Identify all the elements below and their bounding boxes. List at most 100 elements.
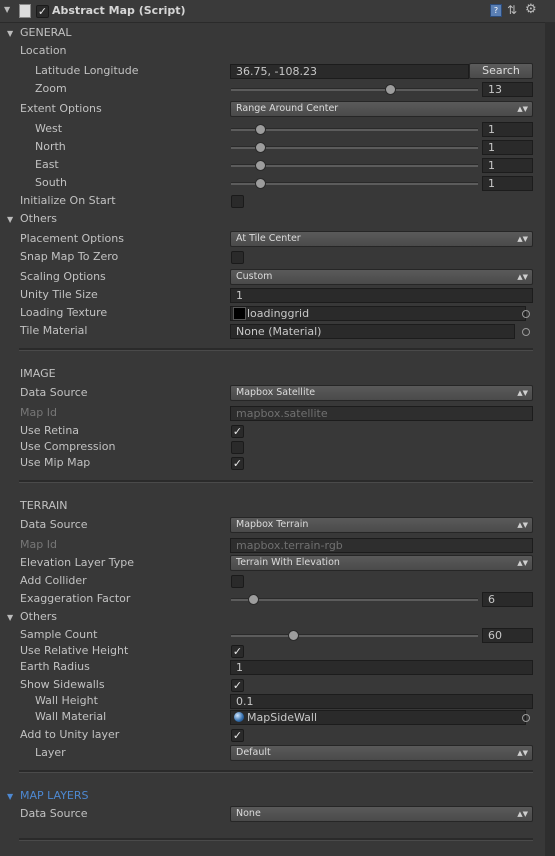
use-relative-height-checkbox[interactable]: ✓ — [231, 645, 244, 658]
map-layers-data-source-dropdown[interactable]: None ▲▼ — [230, 806, 533, 822]
use-retina-checkbox[interactable]: ✓ — [231, 425, 244, 438]
map-layers-section-title[interactable]: MAP LAYERS — [20, 789, 89, 803]
dropdown-arrow-icon: ▲▼ — [517, 749, 528, 757]
earth-radius-label: Earth Radius — [20, 660, 90, 673]
foldout-arrow-icon[interactable]: ▼ — [4, 5, 10, 14]
wall-height-label: Wall Height — [35, 694, 98, 707]
latlon-input[interactable]: 36.75, -108.23 — [230, 64, 469, 79]
image-data-source-value: Mapbox Satellite — [236, 387, 316, 398]
exaggeration-slider-track[interactable] — [231, 598, 478, 601]
wall-material-label: Wall Material — [35, 710, 107, 723]
terrain-others-label[interactable]: Others — [20, 610, 57, 624]
unity-tile-size-label: Unity Tile Size — [20, 288, 98, 301]
terrain-others-foldout-arrow-icon[interactable]: ▼ — [7, 613, 13, 622]
material-sphere-icon — [234, 712, 244, 722]
others-foldout-arrow-icon[interactable]: ▼ — [7, 215, 13, 224]
general-foldout-arrow-icon[interactable]: ▼ — [7, 29, 13, 38]
section-divider — [19, 770, 533, 773]
east-label: East — [35, 158, 59, 171]
sample-count-slider-track[interactable] — [231, 634, 478, 637]
preset-icon[interactable]: ⇅ — [507, 3, 517, 17]
extent-options-dropdown[interactable]: Range Around Center ▲▼ — [230, 101, 533, 117]
zoom-slider-track[interactable] — [231, 88, 478, 91]
add-to-unity-layer-checkbox[interactable]: ✓ — [231, 729, 244, 742]
east-slider-track[interactable] — [231, 164, 478, 167]
north-input[interactable]: 1 — [482, 140, 533, 155]
others-label[interactable]: Others — [20, 212, 57, 226]
scaling-options-dropdown[interactable]: Custom ▲▼ — [230, 269, 533, 285]
object-picker-icon[interactable] — [522, 714, 530, 722]
object-picker-icon[interactable] — [522, 310, 530, 318]
west-input[interactable]: 1 — [482, 122, 533, 137]
show-sidewalls-label: Show Sidewalls — [20, 678, 105, 691]
show-sidewalls-checkbox[interactable]: ✓ — [231, 679, 244, 692]
image-map-id-input: mapbox.satellite — [230, 406, 533, 421]
sample-count-input[interactable]: 60 — [482, 628, 533, 643]
placement-options-value: At Tile Center — [236, 233, 301, 244]
dropdown-arrow-icon: ▲▼ — [517, 559, 528, 567]
slider-thumb[interactable] — [254, 124, 266, 135]
texture-thumbnail-icon — [233, 307, 246, 320]
tile-material-field[interactable]: None (Material) — [230, 324, 515, 339]
slider-thumb[interactable] — [287, 630, 299, 641]
loading-texture-label: Loading Texture — [20, 306, 108, 319]
south-slider-track[interactable] — [231, 182, 478, 185]
terrain-data-source-label: Data Source — [20, 518, 88, 531]
west-slider-track[interactable] — [231, 128, 478, 131]
object-picker-icon[interactable] — [522, 328, 530, 336]
south-input[interactable]: 1 — [482, 176, 533, 191]
slider-thumb[interactable] — [385, 84, 397, 95]
slider-thumb[interactable] — [247, 594, 259, 605]
terrain-map-id-input: mapbox.terrain-rgb — [230, 538, 533, 553]
south-label: South — [35, 176, 67, 189]
loading-texture-value: loadinggrid — [247, 307, 310, 320]
loading-texture-field[interactable]: loadinggrid — [230, 306, 526, 321]
slider-thumb[interactable] — [254, 142, 266, 153]
extent-options-value: Range Around Center — [236, 103, 339, 114]
terrain-data-source-dropdown[interactable]: Mapbox Terrain ▲▼ — [230, 517, 533, 533]
wall-material-field[interactable]: MapSideWall — [230, 710, 526, 725]
placement-options-dropdown[interactable]: At Tile Center ▲▼ — [230, 231, 533, 247]
north-slider-track[interactable] — [231, 146, 478, 149]
latlon-label: Latitude Longitude — [35, 64, 139, 77]
add-collider-checkbox[interactable] — [231, 575, 244, 588]
enabled-checkbox[interactable]: ✓ — [36, 5, 49, 18]
general-section-title[interactable]: GENERAL — [20, 26, 72, 40]
image-section-title[interactable]: IMAGE — [20, 367, 56, 381]
scrollbar[interactable] — [545, 22, 555, 856]
east-input[interactable]: 1 — [482, 158, 533, 173]
slider-thumb[interactable] — [254, 160, 266, 171]
elevation-layer-type-label: Elevation Layer Type — [20, 556, 135, 569]
section-divider — [19, 838, 533, 841]
unity-tile-size-input[interactable]: 1 — [230, 288, 533, 303]
terrain-data-source-value: Mapbox Terrain — [236, 519, 309, 530]
elevation-layer-type-dropdown[interactable]: Terrain With Elevation ▲▼ — [230, 555, 533, 571]
use-mip-map-checkbox[interactable]: ✓ — [231, 457, 244, 470]
layer-dropdown[interactable]: Default ▲▼ — [230, 745, 533, 761]
section-divider — [19, 348, 533, 351]
image-map-id-label: Map Id — [20, 406, 57, 419]
dropdown-arrow-icon: ▲▼ — [517, 273, 528, 281]
snap-map-to-zero-checkbox[interactable] — [231, 251, 244, 264]
help-icon[interactable]: ? — [490, 4, 502, 17]
terrain-section-title[interactable]: TERRAIN — [20, 499, 68, 513]
placement-options-label: Placement Options — [20, 232, 124, 245]
section-divider — [19, 480, 533, 483]
initialize-on-start-checkbox[interactable] — [231, 195, 244, 208]
settings-icon[interactable]: ⚙ — [525, 2, 537, 17]
component-title: Abstract Map (Script) — [52, 4, 186, 17]
map-layers-foldout-arrow-icon[interactable]: ▼ — [7, 792, 13, 801]
zoom-input[interactable]: 13 — [482, 82, 533, 97]
dropdown-arrow-icon: ▲▼ — [517, 389, 528, 397]
use-retina-label: Use Retina — [20, 424, 80, 437]
exaggeration-factor-input[interactable]: 6 — [482, 592, 533, 607]
scaling-options-value: Custom — [236, 271, 273, 282]
earth-radius-input[interactable]: 1 — [230, 660, 533, 675]
slider-thumb[interactable] — [254, 178, 266, 189]
script-icon — [19, 4, 31, 18]
search-button[interactable]: Search — [469, 63, 533, 79]
wall-height-input[interactable]: 0.1 — [230, 694, 533, 709]
image-data-source-dropdown[interactable]: Mapbox Satellite ▲▼ — [230, 385, 533, 401]
zoom-label: Zoom — [35, 82, 67, 95]
use-compression-checkbox[interactable] — [231, 441, 244, 454]
